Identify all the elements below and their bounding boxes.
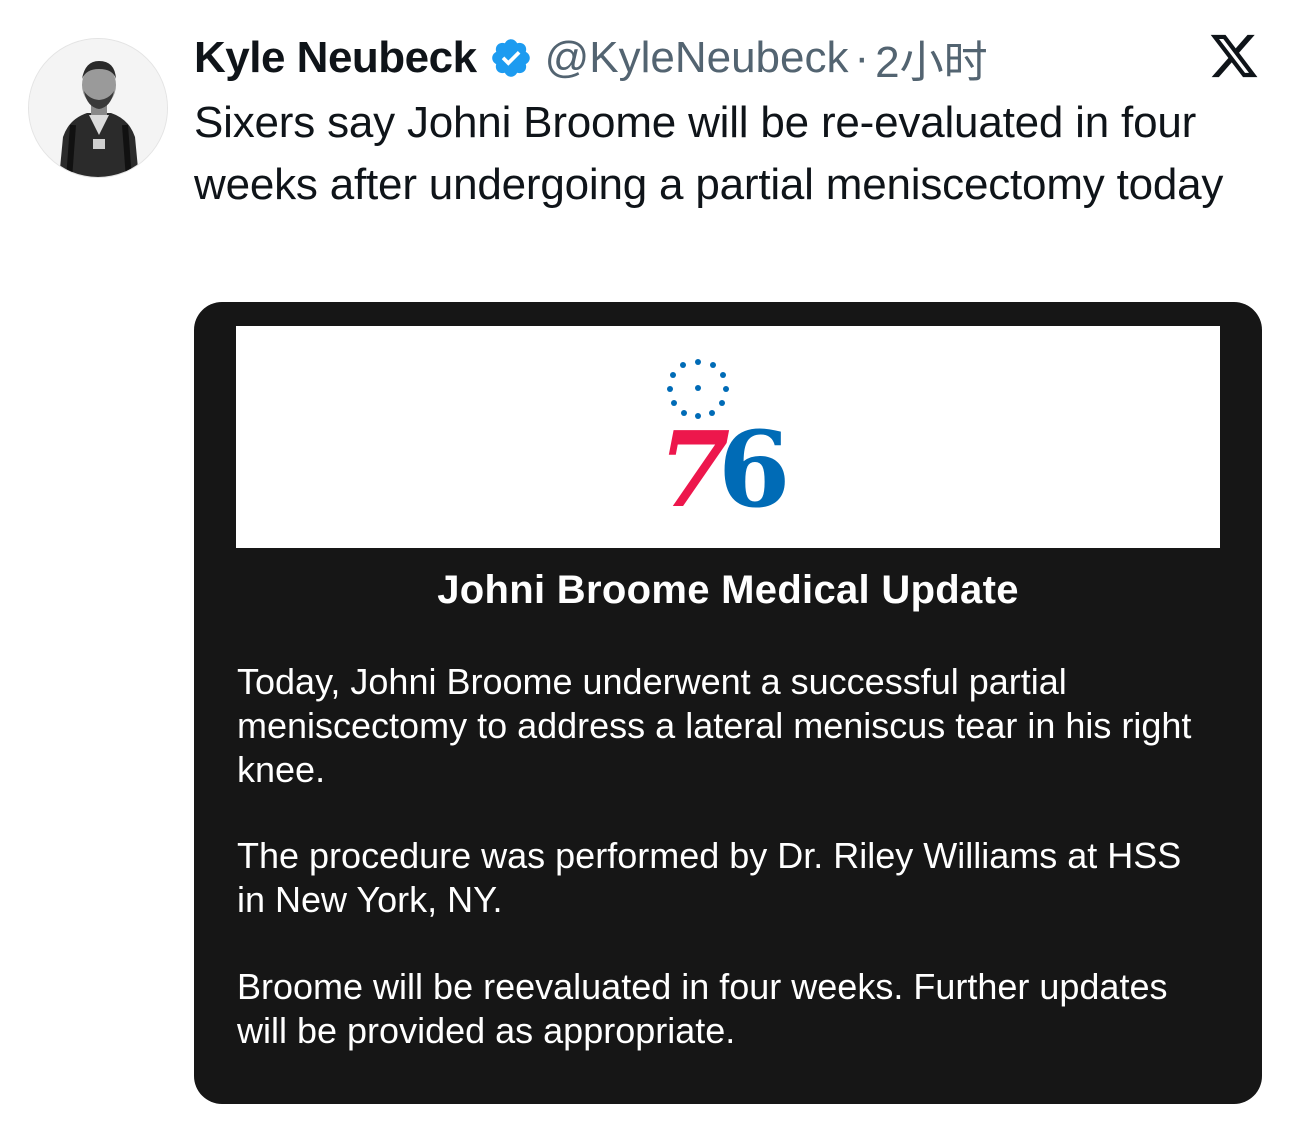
tweet-timestamp[interactable]: 2小时 <box>875 26 987 90</box>
author-handle[interactable]: @KyleNeubeck <box>545 33 849 83</box>
logo-panel: 7 6 <box>236 326 1220 548</box>
tweet-media-image[interactable]: 7 6 Johni Broome Medical Update Today, J… <box>194 302 1262 1104</box>
verified-badge-icon <box>489 36 533 80</box>
media-title: Johni Broome Medical Update <box>437 568 1019 612</box>
media-paragraph: The procedure was performed by Dr. Riley… <box>237 835 1182 920</box>
x-logo-icon[interactable] <box>1208 30 1260 82</box>
logo-six: 6 <box>718 408 790 522</box>
tweet-header: Kyle Neubeck @KyleNeubeck · 2小时 <box>194 30 988 87</box>
tweet-text: Sixers say Johni Broome will be re-evalu… <box>194 98 1224 209</box>
media-paragraph: Today, Johni Broome underwent a successf… <box>237 661 1192 790</box>
avatar-photo <box>29 39 167 177</box>
media-paragraph: Broome will be reevaluated in four weeks… <box>237 966 1168 1051</box>
author-name[interactable]: Kyle Neubeck <box>194 33 477 83</box>
sixers-76-logo-icon: 7 6 <box>658 359 790 522</box>
separator-dot: · <box>854 33 870 82</box>
author-avatar[interactable] <box>28 38 168 178</box>
